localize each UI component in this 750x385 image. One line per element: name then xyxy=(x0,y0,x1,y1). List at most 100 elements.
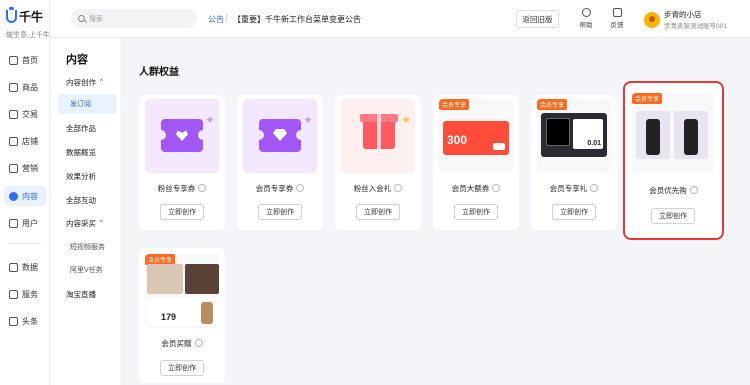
benefit-card-member-gift[interactable]: 会员专享 0.01 会员专享礼 立即创作 xyxy=(531,95,617,230)
rail-item-service[interactable]: 服务 xyxy=(4,284,46,304)
feedback-icon xyxy=(612,8,622,17)
sparkle-icon: ✦ xyxy=(205,113,216,127)
submenu-data-overview[interactable]: 数据概览 xyxy=(58,142,116,162)
benefit-card-member-coupon[interactable]: ✦ 会员专享券 立即创作 xyxy=(237,95,323,230)
rail-item-data[interactable]: 数据 xyxy=(4,257,46,277)
qianniu-logo-icon xyxy=(6,7,17,23)
top-bar: 搜索 公告 【重要】千牛新工作台菜单变更公告 返回旧版 帮助 反馈 步青的小店 … xyxy=(50,0,750,38)
goods-icon xyxy=(9,82,18,92)
user-icon xyxy=(9,218,18,228)
member-exclusive-tag: 会员专享 xyxy=(537,99,568,110)
card-title: 会员优先购 xyxy=(625,185,722,196)
submenu-content-create[interactable]: 内容创作 ^ xyxy=(58,72,116,92)
marketing-icon xyxy=(9,163,18,173)
info-icon xyxy=(590,184,599,192)
back-to-old-button[interactable]: 返回旧版 xyxy=(516,10,559,28)
submenu-all-interactions[interactable]: 全部互动 xyxy=(58,190,116,210)
help-button[interactable]: 帮助 xyxy=(576,8,596,29)
notice-text[interactable]: 【重要】千牛新工作台菜单变更公告 xyxy=(233,14,361,25)
rail-divider xyxy=(8,243,42,244)
product-image xyxy=(674,111,708,159)
coupon-icon xyxy=(254,119,306,152)
search-input[interactable]: 搜索 xyxy=(71,9,197,28)
submenu-subscribe[interactable]: 发订阅 xyxy=(58,94,116,114)
heart-icon xyxy=(176,130,188,141)
card-title: 会员专享礼 xyxy=(531,183,617,194)
card-title: 粉丝专享券 xyxy=(139,183,225,194)
benefit-card-member-big-coupon[interactable]: 会员专享 300 会员大额券 立即创作 xyxy=(433,95,519,230)
product-image xyxy=(147,264,183,294)
rail-item-content[interactable]: 内容 xyxy=(4,186,46,206)
submenu-all-works[interactable]: 全部作品 xyxy=(58,118,116,138)
submenu-taobao-live[interactable]: 淘宝直播 xyxy=(58,284,116,304)
shop-profile[interactable]: 步青的小店 步青卖家测试账号001 xyxy=(644,9,727,30)
rail-item-shop[interactable]: 店铺 xyxy=(4,131,46,151)
left-rail: 千牛 做生意,上千牛 首页 商品 交易 店铺 营销 内容 用户 数据 服务 头条 xyxy=(0,0,50,385)
data-icon xyxy=(9,262,18,272)
sparkle-icon: ✦ xyxy=(303,113,314,127)
card-thumbnail: 会员专享 300 xyxy=(439,99,513,173)
content-submenu: 内容 内容创作 ^ 发订阅 全部作品 数据概览 效果分析 全部互动 内容采买 ^ 短… xyxy=(50,38,122,385)
brand-name: 千牛 xyxy=(19,10,44,24)
create-button[interactable]: 立即创作 xyxy=(454,204,498,220)
news-icon xyxy=(9,316,18,326)
submenu-content-purchase[interactable]: 内容采买 ^ xyxy=(58,213,116,233)
create-button[interactable]: 立即创作 xyxy=(356,204,400,220)
submenu-short-video[interactable]: 短视频服务 xyxy=(58,237,116,257)
member-exclusive-tag: 会员专享 xyxy=(632,93,663,104)
info-icon xyxy=(296,184,305,192)
card-title: 会员大额券 xyxy=(433,183,519,194)
product-image xyxy=(546,118,570,146)
rail-item-user[interactable]: 用户 xyxy=(4,213,46,233)
card-thumbnail: 会员专享 179 xyxy=(145,254,219,328)
chevron-up-icon: ^ xyxy=(100,220,103,226)
search-placeholder: 搜索 xyxy=(89,15,103,23)
benefit-card-member-priority-buy[interactable]: 会员专享 会员优先购 立即创作 xyxy=(623,81,724,240)
notice-divider xyxy=(226,14,227,23)
trade-icon xyxy=(9,109,18,119)
product-image xyxy=(636,111,670,159)
rail-item-marketing[interactable]: 营销 xyxy=(4,158,46,178)
create-button[interactable]: 立即创作 xyxy=(552,204,596,220)
create-button[interactable]: 立即创作 xyxy=(258,204,302,220)
info-icon xyxy=(689,186,698,194)
coupon-banner-image: 300 xyxy=(443,121,509,155)
member-exclusive-tag: 会员专享 xyxy=(439,99,470,110)
submenu-title: 内容 xyxy=(66,54,88,66)
benefit-card-fan-coupon[interactable]: ✦ 粉丝专享券 立即创作 xyxy=(139,95,225,230)
card-title: 会员买赠 xyxy=(139,338,225,349)
card-title: 会员专享券 xyxy=(237,183,323,194)
create-button[interactable]: 立即创作 xyxy=(160,204,204,220)
page-title: 人群权益 xyxy=(139,67,179,78)
benefit-card-member-buy-gift[interactable]: 会员专享 179 会员买赠 立即创作 xyxy=(139,248,225,383)
create-button[interactable]: 立即创作 xyxy=(160,360,204,376)
card-thumbnail: ✦ xyxy=(145,99,219,173)
refresh-icon xyxy=(581,8,591,17)
qianniu-logo[interactable]: 千牛 xyxy=(6,7,44,25)
content-icon xyxy=(9,191,18,201)
avatar xyxy=(644,11,660,28)
benefit-card-fan-join-gift[interactable]: ✦ 粉丝入会礼 立即创作 xyxy=(335,95,421,230)
feedback-button[interactable]: 反馈 xyxy=(607,8,627,29)
rail-item-home[interactable]: 首页 xyxy=(4,50,46,70)
search-icon xyxy=(78,15,85,22)
diamond-icon xyxy=(273,129,287,141)
card-title: 粉丝入会礼 xyxy=(335,183,421,194)
info-icon xyxy=(194,339,203,347)
home-icon xyxy=(9,55,18,65)
coupon-icon xyxy=(156,119,208,152)
gift-banner-image: 0.01 xyxy=(541,113,607,157)
brand-slogan: 做生意,上千牛 xyxy=(6,32,50,39)
info-icon xyxy=(492,184,501,192)
chevron-up-icon: ^ xyxy=(100,79,103,85)
notice-tag[interactable]: 公告 xyxy=(208,14,224,25)
rail-item-goods[interactable]: 商品 xyxy=(4,77,46,97)
submenu-ali-v-task[interactable]: 阿里V任务 xyxy=(58,260,116,280)
rail-item-news[interactable]: 头条 xyxy=(4,311,46,331)
create-button[interactable]: 立即创作 xyxy=(651,208,695,224)
shop-name: 步青的小店 xyxy=(664,10,702,19)
shop-icon xyxy=(9,136,18,146)
sparkle-icon: ✦ xyxy=(401,113,412,127)
submenu-effect-analysis[interactable]: 效果分析 xyxy=(58,166,116,186)
rail-item-trade[interactable]: 交易 xyxy=(4,104,46,124)
